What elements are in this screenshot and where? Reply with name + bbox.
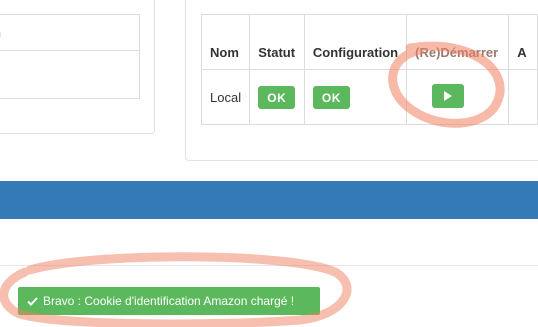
status-badge: OK <box>258 85 296 109</box>
check-icon <box>27 296 38 306</box>
alert-message: Bravo : Cookie d'identification Amazon c… <box>43 294 295 308</box>
blue-bar <box>0 181 538 219</box>
start-button[interactable] <box>432 83 465 108</box>
cell-statut: OK <box>249 69 305 125</box>
cell-nom: Local <box>200 69 251 125</box>
table-header-row: Nom Statut Configuration (Re)Démarrer A <box>200 14 538 70</box>
cell-restart <box>406 69 510 125</box>
col-header-extra: A <box>508 14 538 70</box>
divider <box>0 265 538 266</box>
col-header-statut: Statut <box>249 14 305 70</box>
success-alert: Bravo : Cookie d'identification Amazon c… <box>18 287 320 315</box>
instances-table: Nom Statut Configuration (Re)Démarrer A … <box>200 14 538 125</box>
table-row: Local OK OK <box>200 69 538 125</box>
play-icon <box>444 90 453 101</box>
cell-extra <box>508 69 538 125</box>
cell-configuration: OK <box>303 69 408 125</box>
left-table-cell <box>0 50 140 99</box>
left-table-header: n <box>0 14 140 51</box>
col-header-configuration: Configuration <box>303 14 408 70</box>
left-table-header-label: n <box>0 25 1 40</box>
configuration-badge: OK <box>312 85 350 109</box>
col-header-restart: (Re)Démarrer <box>406 14 510 70</box>
left-table: n <box>0 14 140 99</box>
col-header-nom: Nom <box>200 14 251 70</box>
